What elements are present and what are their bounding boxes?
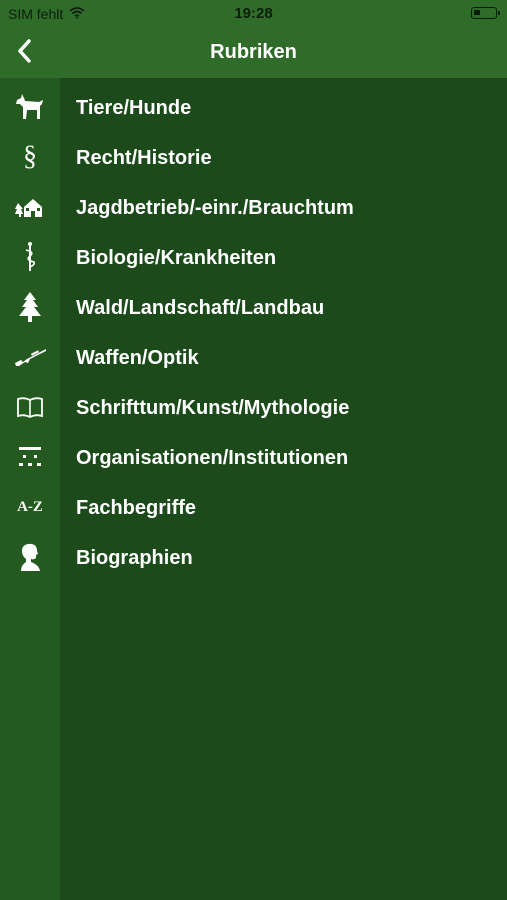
list-item-biographien[interactable]: Biographien [0, 532, 507, 582]
page-title: Rubriken [210, 41, 297, 63]
a-z-icon: A-Z [0, 482, 60, 532]
list-item-label: Wald/Landschaft/Landbau [76, 297, 325, 319]
list-item-label: Fachbegriffe [76, 497, 197, 519]
list-item-wald[interactable]: Wald/Landschaft/Landbau [0, 282, 507, 332]
battery-icon [471, 7, 500, 19]
person-profile-icon [0, 532, 60, 582]
a-z-glyph: A-Z [17, 498, 43, 515]
navigation-bar: Rubriken [0, 28, 507, 78]
list-item-label: Organisationen/Institutionen [76, 447, 349, 469]
list-item-label: Biologie/Krankheiten [76, 247, 277, 269]
paragraph-glyph: § [23, 141, 37, 172]
caduceus-icon [0, 232, 60, 282]
status-bar: SIM fehlt 19:28 [0, 0, 507, 28]
list-item-jagdbetrieb[interactable]: Jagdbetrieb/-einr./Brauchtum [0, 182, 507, 232]
dog-icon [0, 82, 60, 132]
list-item-recht-historie[interactable]: § Recht/Historie [0, 132, 507, 182]
list-item-waffen[interactable]: Waffen/Optik [0, 332, 507, 382]
list-item-label: Waffen/Optik [76, 347, 199, 369]
list-item-label: Schrifttum/Kunst/Mythologie [76, 397, 350, 419]
list-item-tiere-hunde[interactable]: Tiere/Hunde [0, 82, 507, 132]
list-item-fachbegriffe[interactable]: A-Z Fachbegriffe [0, 482, 507, 532]
list-item-biologie[interactable]: Biologie/Krankheiten [0, 232, 507, 282]
book-icon [0, 382, 60, 432]
list-item-organisationen[interactable]: Organisationen/Institutionen [0, 432, 507, 482]
organization-icon [0, 432, 60, 482]
list-item-label: Recht/Historie [76, 147, 212, 169]
paragraph-icon: § [0, 132, 60, 182]
lodge-icon [0, 182, 60, 232]
tree-icon [0, 282, 60, 332]
status-time: 19:28 [234, 5, 273, 22]
category-list: Tiere/Hunde § Recht/Historie Jagdbetrieb… [0, 78, 507, 900]
list-item-label: Biographien [76, 547, 193, 569]
list-item-label: Tiere/Hunde [76, 97, 192, 119]
list-item-label: Jagdbetrieb/-einr./Brauchtum [76, 197, 354, 219]
rifle-icon [0, 332, 60, 382]
list-item-schrifttum[interactable]: Schrifttum/Kunst/Mythologie [0, 382, 507, 432]
